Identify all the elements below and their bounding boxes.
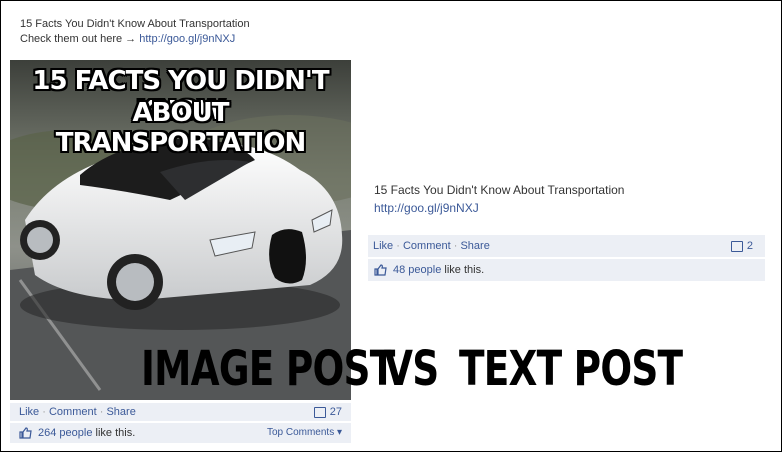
- separator: ·: [453, 240, 458, 252]
- like-link[interactable]: Like: [373, 240, 393, 252]
- comment-count[interactable]: 27: [313, 403, 342, 421]
- image-title-line2: ABOUT TRANSPORTATION: [55, 98, 306, 158]
- image-post-caption-line2: Check them out here → http://goo.gl/j9nN…: [20, 32, 250, 47]
- comment-link[interactable]: Comment: [403, 240, 451, 252]
- comment-icon: [730, 240, 743, 252]
- share-link[interactable]: Share: [106, 406, 135, 418]
- share-link[interactable]: Share: [460, 240, 489, 252]
- image-post-caption: 15 Facts You Didn't Know About Transport…: [20, 17, 250, 47]
- likes-suffix: like this.: [441, 264, 485, 276]
- like-thumb-icon: [19, 427, 32, 439]
- text-post-link[interactable]: http://goo.gl/j9nNXJ: [374, 199, 624, 217]
- text-post-content: 15 Facts You Didn't Know About Transport…: [374, 181, 624, 217]
- comment-count[interactable]: 2: [730, 235, 753, 257]
- text-post-action-bar: Like · Comment · Share 2: [368, 235, 765, 257]
- likes-count-link[interactable]: 48 people: [393, 264, 441, 276]
- comment-count-value: 27: [329, 406, 342, 418]
- image-post-action-bar: Like · Comment · Share 27: [10, 403, 351, 421]
- image-post-link[interactable]: http://goo.gl/j9nNXJ: [139, 33, 235, 45]
- caption-prefix: Check them out here →: [20, 33, 140, 45]
- text-post-title: 15 Facts You Didn't Know About Transport…: [374, 183, 625, 197]
- likes-suffix: like this.: [92, 427, 136, 439]
- separator: ·: [396, 240, 400, 252]
- like-link[interactable]: Like: [19, 406, 39, 418]
- image-post-caption-title: 15 Facts You Didn't Know About Transport…: [20, 18, 250, 30]
- likes-count-link[interactable]: 264 people: [38, 427, 92, 439]
- separator: ·: [99, 406, 104, 418]
- separator: ·: [42, 406, 46, 418]
- top-comments-dropdown[interactable]: Top Comments ▾: [267, 423, 342, 443]
- comparison-frame: 15 Facts You Didn't Know About Transport…: [0, 0, 782, 452]
- vs-label: VS: [384, 341, 439, 397]
- image-post-likes-bar: 264 people like this. Top Comments ▾: [10, 423, 351, 443]
- comment-link[interactable]: Comment: [49, 406, 97, 418]
- text-post-likes-bar: 48 people like this.: [368, 259, 765, 281]
- like-thumb-icon: [374, 264, 387, 276]
- image-post-label: IMAGE POST: [141, 341, 395, 397]
- comment-count-value: 2: [746, 240, 753, 252]
- comment-icon: [313, 406, 326, 418]
- text-post-label: TEXT POST: [459, 341, 683, 397]
